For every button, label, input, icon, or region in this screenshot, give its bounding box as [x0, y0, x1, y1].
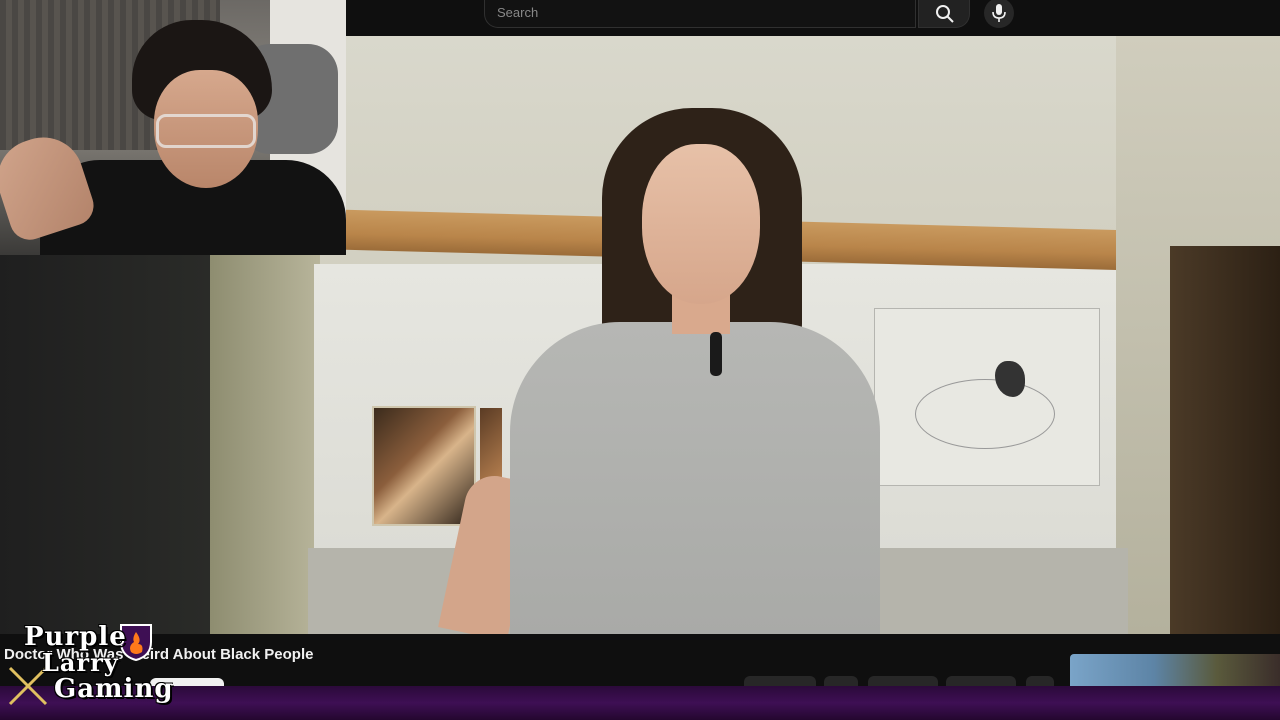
overlay-purple-bar: [0, 686, 1280, 720]
search-placeholder: Search: [497, 5, 539, 20]
sketch-line: [915, 379, 1055, 449]
presenter-face: [642, 144, 760, 304]
stream-screen: Search Doctor Who Was Weird About Black …: [0, 0, 1280, 720]
channel-logo: Purple Larry Gaming: [6, 620, 173, 716]
search-input[interactable]: Search: [484, 0, 916, 28]
top-bar: Search: [346, 0, 1280, 36]
video-player[interactable]: [210, 36, 1280, 634]
doorway: [1170, 246, 1280, 634]
presenter-shirt: [510, 322, 880, 634]
search-button[interactable]: [918, 0, 970, 28]
voice-search-button[interactable]: [984, 0, 1014, 28]
logo-text-line3: Gaming: [54, 674, 174, 704]
streamer-glasses: [156, 114, 256, 148]
sketch-drawing: [874, 308, 1100, 486]
painting-print: [372, 406, 476, 526]
search-icon: [936, 5, 954, 23]
webcam-overlay: [0, 0, 346, 255]
mic-icon: [992, 4, 1006, 22]
lavalier-mic: [710, 332, 722, 376]
left-dark-panel: [0, 255, 210, 635]
logo-text-line2: Larry: [42, 648, 119, 677]
